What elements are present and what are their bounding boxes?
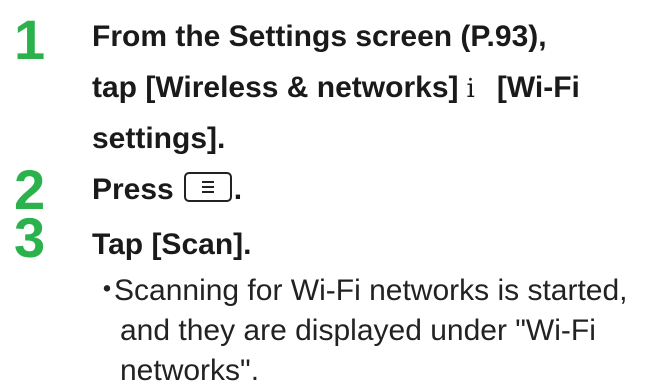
step-3-note-line-1: ・Scanning for Wi-Fi networks is started, <box>92 272 628 310</box>
step-3-note-line-3: networks". <box>120 354 260 387</box>
step-2-text: Press <box>92 173 174 206</box>
step-1-separator: i <box>466 74 475 104</box>
step-2-line: Press . <box>92 172 242 207</box>
bullet-icon: ・ <box>92 274 122 307</box>
step-2-period: . <box>233 173 243 206</box>
step-3-heading: Tap [Scan]. <box>92 228 252 261</box>
step-number: 3 <box>14 206 46 269</box>
menu-key-icon <box>183 172 232 202</box>
step-1-line-2: tap [Wireless & networks] i [Wi-Fi <box>92 71 580 106</box>
step-3-note-line-2: and they are displayed under "Wi-Fi <box>120 314 596 347</box>
step-1-line-2-start: tap [Wireless & networks] <box>92 71 459 104</box>
step-1-line-2-end: [Wi-Fi <box>496 71 580 104</box>
step-1-line-1: From the Settings screen (P.93), <box>92 20 547 53</box>
step-number: 1 <box>14 8 46 71</box>
step-1-line-3: settings]. <box>92 122 226 155</box>
